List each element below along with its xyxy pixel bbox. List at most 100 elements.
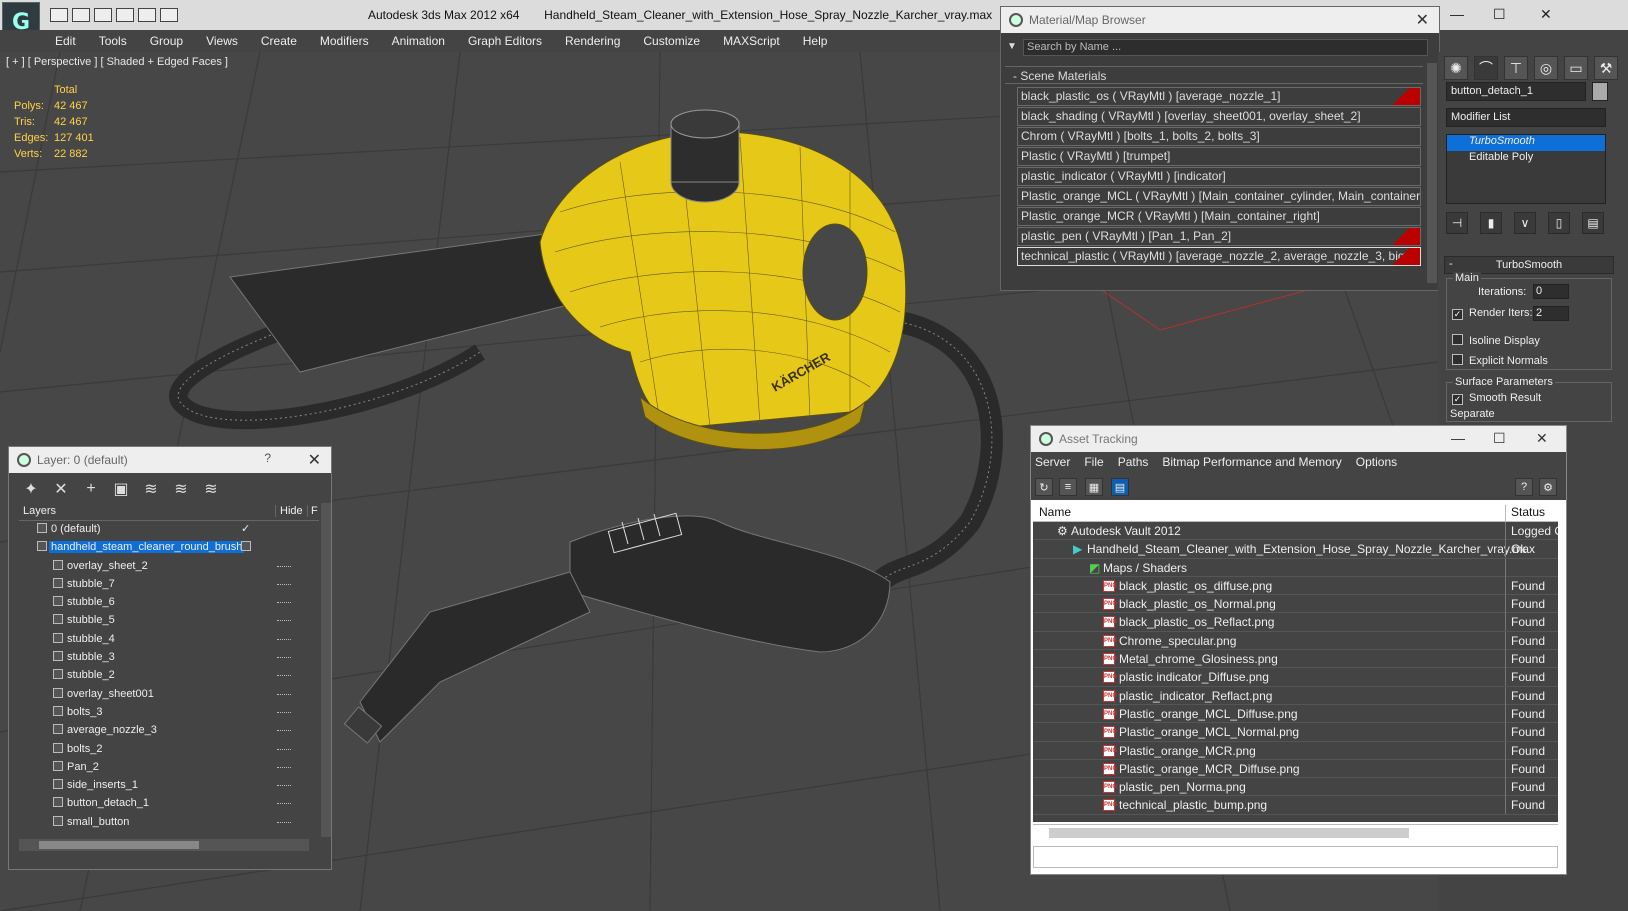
menu-bitmap-performance[interactable]: Bitmap Performance and Memory: [1162, 455, 1341, 474]
menu-tools[interactable]: Tools: [88, 30, 139, 52]
menu-help[interactable]: Help: [792, 30, 840, 52]
object-row[interactable]: stubble_6: [19, 594, 319, 612]
asset-row[interactable]: PNG plastic indicator_Diffuse.png Found: [1033, 668, 1558, 687]
thumbnail-view-icon[interactable]: ▦: [1085, 478, 1103, 496]
object-row[interactable]: Pan_2: [19, 759, 319, 777]
smooth-result-checkbox[interactable]: ✓ Smooth Result: [1452, 392, 1541, 405]
asset-row[interactable]: PNG Plastic_orange_MCL_Normal.png Found: [1033, 723, 1558, 742]
material-browser-titlebar[interactable]: Material/Map Browser ✕: [1001, 7, 1439, 33]
asset-row[interactable]: PNG Metal_chrome_Glosiness.png Found: [1033, 650, 1558, 669]
modifier-list-dropdown[interactable]: Modifier List: [1446, 108, 1606, 127]
hide-all-layers-icon[interactable]: ≋: [171, 479, 191, 499]
menu-file[interactable]: File: [1084, 455, 1103, 474]
asset-row[interactable]: ▶ Handheld_Steam_Cleaner_with_Extension_H…: [1033, 540, 1558, 559]
settings-icon[interactable]: ⚙: [1539, 478, 1557, 496]
menu-paths[interactable]: Paths: [1118, 455, 1149, 474]
material-item[interactable]: Plastic ( VRayMtl ) [trumpet]: [1017, 147, 1421, 166]
stack-item-editable-poly[interactable]: Editable Poly: [1447, 151, 1605, 167]
select-in-layer-icon[interactable]: ▣: [111, 479, 131, 499]
status-column-header[interactable]: Status: [1505, 505, 1545, 523]
hide-toggle[interactable]: [277, 821, 291, 823]
asset-row[interactable]: PNG Chrome_specular.png Found: [1033, 631, 1558, 651]
hide-toggle[interactable]: [277, 693, 291, 695]
menu-server[interactable]: Server: [1035, 455, 1070, 474]
close-icon[interactable]: ✕: [308, 450, 321, 470]
menu-maxscript[interactable]: MAXScript: [712, 30, 792, 52]
hide-toggle[interactable]: [277, 748, 291, 750]
active-layer-check-icon[interactable]: ✓: [241, 522, 250, 535]
object-row[interactable]: stubble_2: [19, 667, 319, 685]
isoline-display-checkbox[interactable]: Isoline Display: [1452, 334, 1540, 347]
layer-manager-titlebar[interactable]: Layer: 0 (default) ? ✕: [9, 447, 331, 473]
hide-toggle[interactable]: [277, 675, 291, 677]
asset-row[interactable]: PNG Plastic_orange_MCR_Diffuse.png Found: [1033, 759, 1558, 779]
material-item[interactable]: black_plastic_os ( VRayMtl ) [average_no…: [1017, 87, 1421, 106]
active-layer-box-icon[interactable]: [241, 541, 251, 552]
menu-rendering[interactable]: Rendering: [554, 30, 632, 52]
close-icon[interactable]: ✕: [1416, 10, 1429, 30]
refresh-icon[interactable]: ↻: [1035, 478, 1053, 496]
object-row[interactable]: button_detach_1: [19, 795, 319, 813]
menu-create[interactable]: Create: [250, 30, 309, 52]
layers-column-header[interactable]: Layers: [23, 505, 56, 517]
menu-views[interactable]: Views: [195, 30, 250, 52]
close-icon[interactable]: ✕: [1540, 6, 1552, 23]
menu-group[interactable]: Group: [139, 30, 195, 52]
hide-toggle[interactable]: [277, 730, 291, 732]
create-layer-icon[interactable]: ✦: [21, 479, 41, 499]
scene-materials-section[interactable]: - Scene Materials: [1005, 66, 1423, 84]
menu-options[interactable]: Options: [1356, 455, 1397, 474]
object-name-field[interactable]: button_detach_1: [1446, 82, 1586, 101]
object-row[interactable]: stubble_4: [19, 631, 319, 649]
object-row[interactable]: stubble_7: [19, 576, 319, 594]
highlight-layer-icon[interactable]: ≋: [141, 479, 161, 499]
show-end-result-icon[interactable]: ▮: [1480, 212, 1502, 234]
material-item[interactable]: Chrom ( VRayMtl ) [bolts_1, bolts_2, bol…: [1017, 127, 1421, 146]
maximize-icon[interactable]: ☐: [1493, 430, 1506, 447]
hide-toggle[interactable]: [277, 803, 291, 805]
asset-row[interactable]: PNG plastic_indicator_Reflact.png Found: [1033, 686, 1558, 705]
hide-toggle[interactable]: [277, 657, 291, 659]
hide-toggle[interactable]: [277, 583, 291, 585]
help-icon[interactable]: ?: [264, 451, 271, 465]
menu-modifiers[interactable]: Modifiers: [309, 30, 381, 52]
asset-row[interactable]: PNG technical_plastic_bump.png Found: [1033, 796, 1558, 815]
asset-row[interactable]: ◩ Maps / Shaders: [1033, 558, 1558, 577]
hide-toggle[interactable]: [277, 565, 291, 567]
menu-graph-editors[interactable]: Graph Editors: [457, 30, 554, 52]
material-item[interactable]: black_shading ( VRayMtl ) [overlay_sheet…: [1017, 107, 1421, 126]
object-row[interactable]: side_inserts_1: [19, 777, 319, 795]
menu-customize[interactable]: Customize: [632, 30, 712, 52]
material-item[interactable]: Plastic_orange_MCL ( VRayMtl ) [Main_con…: [1017, 187, 1421, 206]
menu-animation[interactable]: Animation: [381, 30, 457, 52]
menu-edit[interactable]: Edit: [44, 30, 88, 52]
object-row[interactable]: small_button: [19, 814, 319, 832]
object-row[interactable]: overlay_sheet001: [19, 686, 319, 704]
layer-row-selected[interactable]: handheld_steam_cleaner_round_brush: [19, 539, 319, 557]
scrollbar-thumb[interactable]: [39, 841, 199, 849]
project-folder-icon[interactable]: [160, 8, 178, 22]
hide-toggle[interactable]: [277, 602, 291, 604]
object-row[interactable]: overlay_sheet_2: [19, 558, 319, 576]
hide-toggle[interactable]: [277, 711, 291, 713]
modify-tab-icon[interactable]: ⌒: [1474, 56, 1498, 80]
layer-list-horizontal-scrollbar[interactable]: [19, 839, 309, 851]
name-column-header[interactable]: Name: [1039, 505, 1071, 519]
asset-row[interactable]: PNG plastic_pen_Norma.png Found: [1033, 778, 1558, 797]
delete-layer-icon[interactable]: ✕: [51, 479, 71, 499]
open-file-icon[interactable]: [72, 8, 90, 22]
close-icon[interactable]: ✕: [1536, 430, 1548, 447]
asset-row[interactable]: PNG black_plastic_os_Reflact.png Found: [1033, 613, 1558, 632]
add-to-layer-icon[interactable]: +: [81, 479, 101, 499]
material-item-selected[interactable]: technical_plastic ( VRayMtl ) [average_n…: [1017, 247, 1421, 266]
make-unique-icon[interactable]: ∨: [1514, 212, 1536, 234]
render-iters-checkbox[interactable]: ✓ Render Iters:: [1452, 307, 1533, 320]
object-row[interactable]: bolts_3: [19, 704, 319, 722]
material-item[interactable]: plastic_pen ( VRayMtl ) [Pan_1, Pan_2]: [1017, 227, 1421, 246]
undo-icon[interactable]: [116, 8, 134, 22]
material-item[interactable]: plastic_indicator ( VRayMtl ) [indicator…: [1017, 167, 1421, 186]
explicit-normals-checkbox[interactable]: Explicit Normals: [1452, 354, 1548, 367]
help-icon[interactable]: ?: [1515, 478, 1533, 496]
hide-toggle[interactable]: [277, 638, 291, 640]
configure-modifier-sets-icon[interactable]: ▤: [1582, 212, 1604, 234]
